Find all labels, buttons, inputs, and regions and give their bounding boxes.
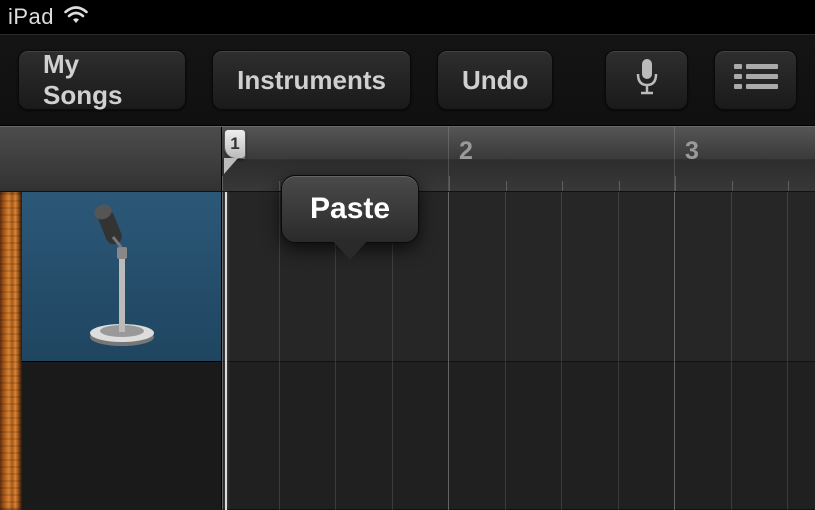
bar-number: 2 <box>459 137 473 166</box>
wood-edge-decoration <box>0 192 22 510</box>
playhead[interactable]: 1 <box>224 129 248 189</box>
bar-number: 3 <box>685 137 699 166</box>
my-songs-button[interactable]: My Songs <box>18 50 186 110</box>
toolbar: My Songs Instruments Undo <box>0 34 815 126</box>
track-headers <box>0 192 222 510</box>
grid-line <box>787 192 788 510</box>
grid-line <box>505 192 506 510</box>
grid-line <box>618 192 619 510</box>
ruler-bar: 3 <box>674 127 815 191</box>
microphone-stand-icon <box>77 199 167 354</box>
track-view-button[interactable] <box>714 50 797 110</box>
button-label: My Songs <box>43 49 161 111</box>
status-bar: iPad <box>0 0 815 34</box>
instruments-button[interactable]: Instruments <box>212 50 411 110</box>
record-button[interactable] <box>605 50 688 110</box>
grid-line <box>222 192 223 510</box>
microphone-icon <box>632 57 662 104</box>
empty-lane <box>222 362 815 510</box>
grid-line <box>561 192 562 510</box>
device-label: iPad <box>8 4 54 30</box>
wifi-icon <box>64 6 88 29</box>
grid-line <box>731 192 732 510</box>
ruler-header-spacer <box>0 127 222 191</box>
playhead-line <box>225 192 227 510</box>
grid-line <box>448 192 449 510</box>
context-menu: Paste <box>281 175 419 243</box>
grid-line <box>279 192 280 510</box>
tracks-icon <box>734 62 778 99</box>
button-label: Instruments <box>237 65 386 96</box>
grid-line <box>674 192 675 510</box>
track-header[interactable] <box>22 192 221 362</box>
button-label: Undo <box>462 65 528 96</box>
paste-menu-item[interactable]: Paste <box>310 192 390 225</box>
undo-button[interactable]: Undo <box>437 50 553 110</box>
ruler-bar: 2 <box>448 127 674 191</box>
